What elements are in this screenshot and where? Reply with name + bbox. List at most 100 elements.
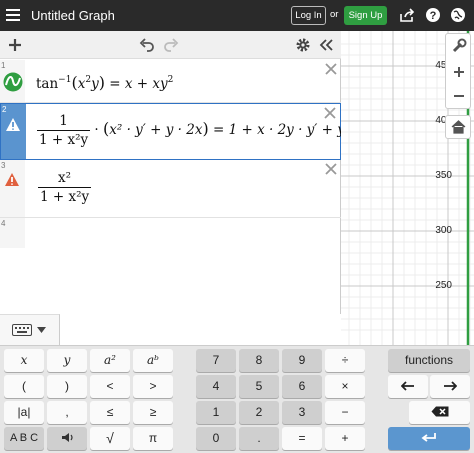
key-greater-than[interactable]: > xyxy=(133,375,173,398)
svg-text:?: ? xyxy=(430,10,437,22)
key-4[interactable]: 4 xyxy=(196,375,236,398)
delete-expression-close-icon[interactable] xyxy=(325,63,337,75)
key-audio-speaker[interactable] xyxy=(47,427,87,450)
key-greater-equal[interactable]: ≥ xyxy=(133,401,173,424)
expression-gutter[interactable]: 2 xyxy=(1,104,26,159)
expression-number: 4 xyxy=(1,219,6,228)
key-less-equal[interactable]: ≤ xyxy=(90,401,130,424)
help-icon[interactable]: ? xyxy=(425,7,441,23)
backspace-icon xyxy=(431,406,448,417)
key-minus[interactable]: − xyxy=(325,401,365,424)
y-axis-tick-label: 350 xyxy=(435,170,452,181)
collapse-panel-chevrons-icon[interactable] xyxy=(318,37,334,53)
zoom-in-plus-icon[interactable] xyxy=(451,64,467,80)
expression-list: 1 tan−1(x2y) = x + xy2 2 11 + x²y · (x² … xyxy=(0,31,350,314)
math-fraction: 11 + x²y xyxy=(37,113,91,148)
expression-row-1[interactable]: 1 tan−1(x2y) = x + xy2 xyxy=(0,60,341,103)
key-close-paren[interactable]: ) xyxy=(47,375,87,398)
graph-curve-toggle-icon[interactable] xyxy=(3,72,23,92)
signup-button[interactable]: Sign Up xyxy=(344,6,387,25)
key-enter[interactable] xyxy=(388,427,470,450)
key-1[interactable]: 1 xyxy=(196,401,236,424)
expression-gutter[interactable]: 1 xyxy=(0,60,25,102)
key-cursor-left[interactable] xyxy=(388,375,428,398)
wrench-settings-icon[interactable] xyxy=(451,38,467,54)
undo-icon[interactable] xyxy=(139,37,155,53)
expression-toolbar xyxy=(0,31,341,59)
math-rhs-exponent: 2 xyxy=(167,75,174,85)
zoom-out-minus-icon[interactable] xyxy=(451,88,467,104)
key-square-root[interactable]: √ xyxy=(90,427,130,450)
expression-1-math[interactable]: tan−1(x2y) = x + xy2 xyxy=(36,73,173,92)
keypad-toggle-tab[interactable] xyxy=(0,314,60,345)
redo-icon[interactable] xyxy=(163,37,179,53)
math-rhs: x + xy xyxy=(124,76,168,92)
caret-down-icon xyxy=(37,327,46,333)
math-keypad: x y a² aᵇ ( ) < > |a| , ≤ ≥ A B C √ π 7 … xyxy=(0,345,474,453)
graph-canvas[interactable]: 450 400 350 300 250 xyxy=(341,31,474,345)
y-axis-tick-label: 300 xyxy=(435,225,452,236)
expression-row-2[interactable]: 2 11 + x²y · (x² · y′ + y · 2x) = 1 + x … xyxy=(0,103,350,160)
math-exponent: −1 xyxy=(58,75,72,85)
delete-expression-close-icon[interactable] xyxy=(325,163,337,175)
key-divide[interactable]: ÷ xyxy=(325,349,365,372)
key-6[interactable]: 6 xyxy=(282,375,322,398)
delete-expression-close-icon[interactable] xyxy=(324,107,336,119)
key-absolute-value[interactable]: |a| xyxy=(4,401,44,424)
login-button[interactable]: Log In xyxy=(291,6,326,25)
keyboard-icon xyxy=(12,324,32,336)
key-8[interactable]: 8 xyxy=(239,349,279,372)
home-icon xyxy=(451,120,466,134)
key-5[interactable]: 5 xyxy=(239,375,279,398)
hamburger-menu-icon[interactable] xyxy=(6,7,22,23)
key-less-than[interactable]: < xyxy=(90,375,130,398)
expression-number: 2 xyxy=(2,105,7,114)
language-globe-icon[interactable] xyxy=(450,7,466,23)
share-icon[interactable] xyxy=(399,7,415,23)
graph-zoom-controls xyxy=(445,33,471,109)
key-y[interactable]: y xyxy=(47,349,87,372)
graph-title[interactable]: Untitled Graph xyxy=(31,8,115,23)
expression-3-math[interactable]: x² 1 + x²y xyxy=(38,170,92,205)
math-function-name: tan xyxy=(36,76,59,92)
key-abc-letters[interactable]: A B C xyxy=(4,427,44,450)
or-label: or xyxy=(330,9,339,20)
key-comma[interactable]: , xyxy=(47,401,87,424)
key-9[interactable]: 9 xyxy=(282,349,322,372)
warning-triangle-icon[interactable] xyxy=(4,172,20,187)
key-multiply[interactable]: × xyxy=(325,375,365,398)
add-item-plus-icon[interactable] xyxy=(7,37,23,53)
key-cursor-right[interactable] xyxy=(430,375,470,398)
math-rhs: 1 + x · 2y · y′ + y² xyxy=(228,122,351,138)
settings-gear-icon[interactable] xyxy=(295,37,311,53)
expression-row-3[interactable]: 3 x² 1 + x²y xyxy=(0,160,341,218)
expression-gutter[interactable]: 3 xyxy=(0,160,25,217)
key-3[interactable]: 3 xyxy=(282,401,322,424)
key-equals[interactable]: = xyxy=(282,427,322,450)
arrow-left-icon xyxy=(400,381,414,391)
math-fraction: x² 1 + x²y xyxy=(38,170,92,205)
key-a-power-b[interactable]: aᵇ xyxy=(133,349,173,372)
key-decimal-point[interactable]: . xyxy=(239,427,279,450)
expression-gutter[interactable]: 4 xyxy=(0,218,25,248)
expression-row-4-empty[interactable]: 4 xyxy=(0,218,341,248)
key-a-squared[interactable]: a² xyxy=(90,349,130,372)
math-middle-term: x² · y′ + y · 2x xyxy=(109,122,203,138)
key-x[interactable]: x xyxy=(4,349,44,372)
arrow-right-icon xyxy=(444,381,458,391)
functions-menu-button[interactable]: functions xyxy=(388,349,470,372)
y-axis-tick-label: 250 xyxy=(435,280,452,291)
warning-triangle-icon[interactable] xyxy=(5,117,21,132)
key-0[interactable]: 0 xyxy=(196,427,236,450)
enter-return-icon xyxy=(421,433,436,442)
default-viewport-button[interactable] xyxy=(445,115,471,139)
key-7[interactable]: 7 xyxy=(196,349,236,372)
key-open-paren[interactable]: ( xyxy=(4,375,44,398)
top-bar: Untitled Graph Log In or Sign Up ? xyxy=(0,0,474,31)
key-pi[interactable]: π xyxy=(133,427,173,450)
expression-number: 3 xyxy=(1,161,6,170)
key-backspace[interactable] xyxy=(409,401,470,424)
key-2[interactable]: 2 xyxy=(239,401,279,424)
expression-2-math[interactable]: 11 + x²y · (x² · y′ + y · 2x) = 1 + x · … xyxy=(37,113,350,148)
key-plus[interactable]: + xyxy=(325,427,365,450)
